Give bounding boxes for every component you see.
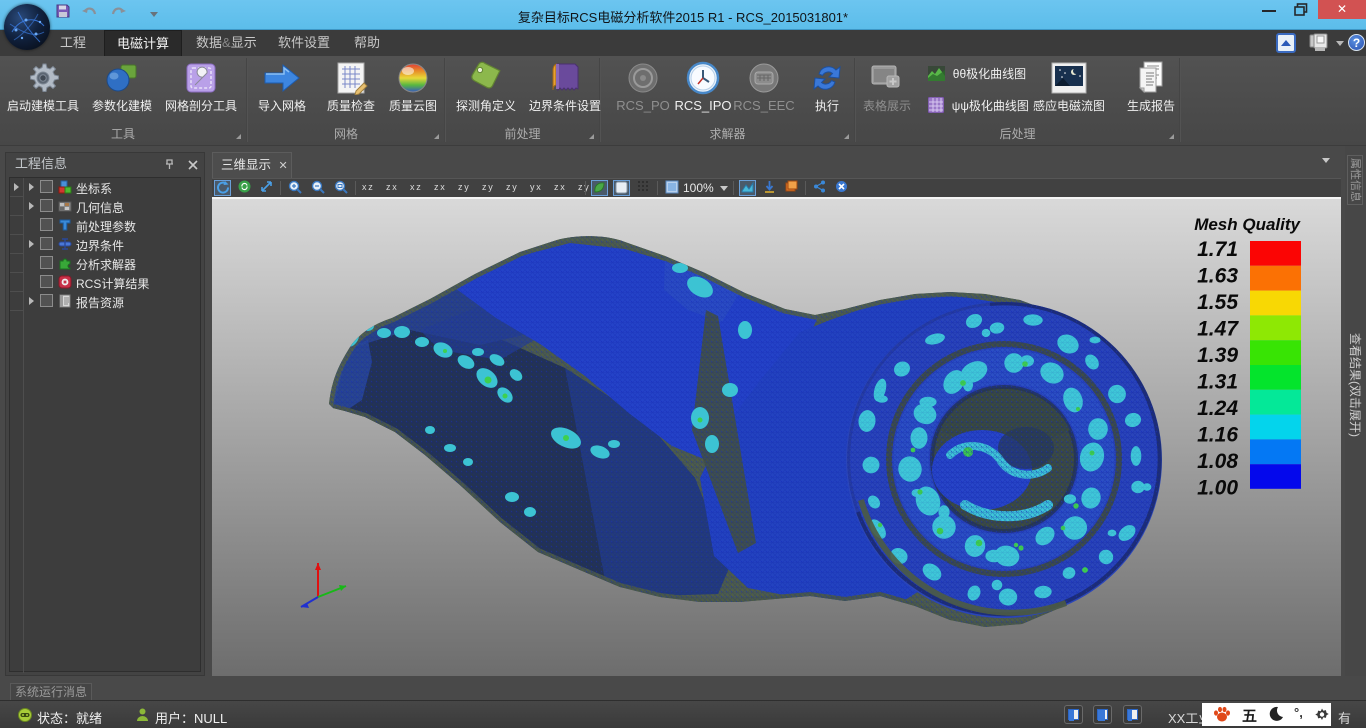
svg-text:1.16: 1.16 [1197, 424, 1238, 447]
svg-text:1.08: 1.08 [1197, 450, 1238, 473]
svg-text:Mesh Quality: Mesh Quality [1194, 215, 1301, 234]
svg-text:1.47: 1.47 [1197, 318, 1239, 341]
svg-text:1.71: 1.71 [1197, 238, 1238, 261]
svg-text:1.63: 1.63 [1197, 265, 1238, 288]
svg-text:1.55: 1.55 [1197, 291, 1238, 314]
svg-text:1.24: 1.24 [1197, 397, 1238, 420]
svg-text:1.00: 1.00 [1197, 477, 1238, 500]
svg-text:1.39: 1.39 [1197, 344, 1238, 367]
svg-text:1.31: 1.31 [1197, 371, 1238, 394]
